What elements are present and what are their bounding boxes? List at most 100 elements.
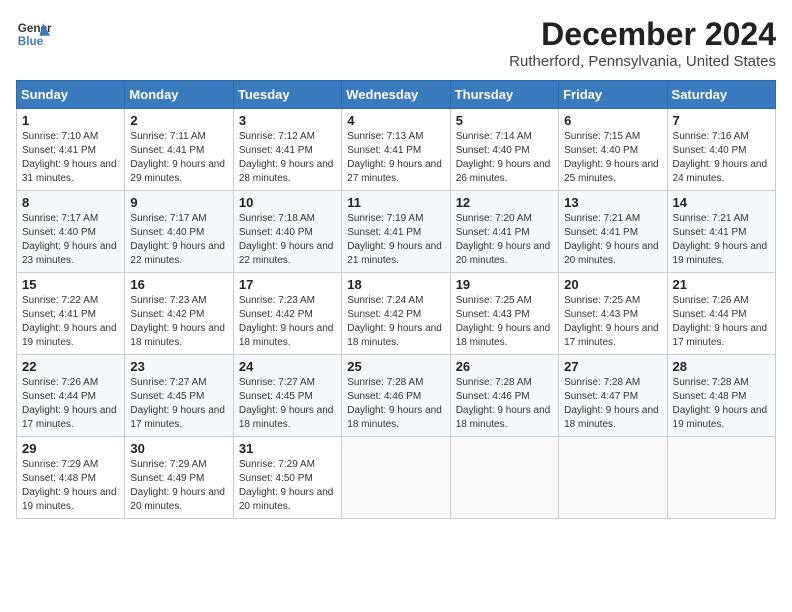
day-number: 1: [22, 113, 119, 128]
day-number: 17: [239, 277, 336, 292]
day-info: Sunrise: 7:11 AM Sunset: 4:41 PM Dayligh…: [130, 131, 225, 184]
day-number: 22: [22, 359, 119, 374]
day-info: Sunrise: 7:22 AM Sunset: 4:41 PM Dayligh…: [22, 295, 117, 348]
page-header: General Blue December 2024 Rutherford, P…: [16, 16, 776, 70]
day-number: 16: [130, 277, 227, 292]
day-info: Sunrise: 7:28 AM Sunset: 4:48 PM Dayligh…: [673, 377, 768, 430]
day-info: Sunrise: 7:23 AM Sunset: 4:42 PM Dayligh…: [130, 295, 225, 348]
day-info: Sunrise: 7:29 AM Sunset: 4:50 PM Dayligh…: [239, 459, 334, 512]
day-info: Sunrise: 7:14 AM Sunset: 4:40 PM Dayligh…: [456, 131, 551, 184]
day-info: Sunrise: 7:26 AM Sunset: 4:44 PM Dayligh…: [673, 295, 768, 348]
day-number: 27: [564, 359, 661, 374]
day-number: 29: [22, 441, 119, 456]
day-number: 7: [673, 113, 770, 128]
title-area: December 2024 Rutherford, Pennsylvania, …: [509, 16, 776, 70]
day-number: 5: [456, 113, 553, 128]
day-info: Sunrise: 7:25 AM Sunset: 4:43 PM Dayligh…: [564, 295, 659, 348]
calendar-cell: 7 Sunrise: 7:16 AM Sunset: 4:40 PM Daylig…: [667, 109, 775, 191]
day-number: 26: [456, 359, 553, 374]
calendar-cell: 8Sunrise: 7:17 AM Sunset: 4:40 PM Daylig…: [17, 191, 125, 273]
day-info: Sunrise: 7:28 AM Sunset: 4:46 PM Dayligh…: [347, 377, 442, 430]
calendar-cell: 28 Sunrise: 7:28 AM Sunset: 4:48 PM Dayli…: [667, 355, 775, 437]
calendar-cell: 29Sunrise: 7:29 AM Sunset: 4:48 PM Dayli…: [17, 437, 125, 519]
calendar-cell: 27 Sunrise: 7:28 AM Sunset: 4:47 PM Dayli…: [559, 355, 667, 437]
calendar-cell: 16 Sunrise: 7:23 AM Sunset: 4:42 PM Dayli…: [125, 273, 233, 355]
day-info: Sunrise: 7:18 AM Sunset: 4:40 PM Dayligh…: [239, 213, 334, 266]
week-row-5: 29Sunrise: 7:29 AM Sunset: 4:48 PM Dayli…: [17, 437, 776, 519]
day-number: 31: [239, 441, 336, 456]
day-number: 15: [22, 277, 119, 292]
day-info: Sunrise: 7:24 AM Sunset: 4:42 PM Dayligh…: [347, 295, 442, 348]
day-info: Sunrise: 7:21 AM Sunset: 4:41 PM Dayligh…: [564, 213, 659, 266]
calendar-cell: [342, 437, 450, 519]
day-number: 9: [130, 195, 227, 210]
logo-icon: General Blue: [16, 16, 52, 52]
calendar-cell: 23 Sunrise: 7:27 AM Sunset: 4:45 PM Dayli…: [125, 355, 233, 437]
calendar-cell: 5 Sunrise: 7:14 AM Sunset: 4:40 PM Daylig…: [450, 109, 558, 191]
calendar-cell: [559, 437, 667, 519]
calendar-cell: 22Sunrise: 7:26 AM Sunset: 4:44 PM Dayli…: [17, 355, 125, 437]
day-info: Sunrise: 7:19 AM Sunset: 4:41 PM Dayligh…: [347, 213, 442, 266]
svg-text:Blue: Blue: [18, 35, 44, 48]
weekday-sunday: Sunday: [17, 81, 125, 109]
calendar-cell: 13 Sunrise: 7:21 AM Sunset: 4:41 PM Dayli…: [559, 191, 667, 273]
calendar-cell: 17Sunrise: 7:23 AM Sunset: 4:42 PM Dayli…: [233, 273, 341, 355]
weekday-header-row: SundayMondayTuesdayWednesdayThursdayFrid…: [17, 81, 776, 109]
day-number: 10: [239, 195, 336, 210]
week-row-2: 8Sunrise: 7:17 AM Sunset: 4:40 PM Daylig…: [17, 191, 776, 273]
calendar-cell: 6 Sunrise: 7:15 AM Sunset: 4:40 PM Daylig…: [559, 109, 667, 191]
day-number: 19: [456, 277, 553, 292]
day-info: Sunrise: 7:15 AM Sunset: 4:40 PM Dayligh…: [564, 131, 659, 184]
day-number: 13: [564, 195, 661, 210]
day-number: 24: [239, 359, 336, 374]
day-info: Sunrise: 7:13 AM Sunset: 4:41 PM Dayligh…: [347, 131, 442, 184]
week-row-3: 15 Sunrise: 7:22 AM Sunset: 4:41 PM Dayli…: [17, 273, 776, 355]
calendar-cell: 1 Sunrise: 7:10 AM Sunset: 4:41 PM Daylig…: [17, 109, 125, 191]
day-info: Sunrise: 7:21 AM Sunset: 4:41 PM Dayligh…: [673, 213, 768, 266]
day-info: Sunrise: 7:17 AM Sunset: 4:40 PM Dayligh…: [130, 213, 225, 266]
calendar-cell: 4 Sunrise: 7:13 AM Sunset: 4:41 PM Daylig…: [342, 109, 450, 191]
weekday-tuesday: Tuesday: [233, 81, 341, 109]
day-info: Sunrise: 7:29 AM Sunset: 4:49 PM Dayligh…: [130, 459, 225, 512]
day-number: 6: [564, 113, 661, 128]
calendar-cell: 2 Sunrise: 7:11 AM Sunset: 4:41 PM Daylig…: [125, 109, 233, 191]
calendar-cell: [450, 437, 558, 519]
calendar-cell: 24 Sunrise: 7:27 AM Sunset: 4:45 PM Dayli…: [233, 355, 341, 437]
day-number: 12: [456, 195, 553, 210]
week-row-1: 1 Sunrise: 7:10 AM Sunset: 4:41 PM Daylig…: [17, 109, 776, 191]
day-info: Sunrise: 7:27 AM Sunset: 4:45 PM Dayligh…: [130, 377, 225, 430]
day-number: 25: [347, 359, 444, 374]
day-info: Sunrise: 7:10 AM Sunset: 4:41 PM Dayligh…: [22, 131, 117, 184]
day-number: 14: [673, 195, 770, 210]
day-number: 18: [347, 277, 444, 292]
day-number: 4: [347, 113, 444, 128]
weekday-thursday: Thursday: [450, 81, 558, 109]
day-number: 20: [564, 277, 661, 292]
calendar-cell: 10 Sunrise: 7:18 AM Sunset: 4:40 PM Dayli…: [233, 191, 341, 273]
day-info: Sunrise: 7:16 AM Sunset: 4:40 PM Dayligh…: [673, 131, 768, 184]
day-info: Sunrise: 7:28 AM Sunset: 4:47 PM Dayligh…: [564, 377, 659, 430]
day-number: 3: [239, 113, 336, 128]
weekday-friday: Friday: [559, 81, 667, 109]
day-info: Sunrise: 7:27 AM Sunset: 4:45 PM Dayligh…: [239, 377, 334, 430]
calendar-cell: 30 Sunrise: 7:29 AM Sunset: 4:49 PM Dayli…: [125, 437, 233, 519]
location-title: Rutherford, Pennsylvania, United States: [509, 53, 776, 70]
month-title: December 2024: [509, 16, 776, 53]
calendar-cell: 25 Sunrise: 7:28 AM Sunset: 4:46 PM Dayli…: [342, 355, 450, 437]
day-number: 23: [130, 359, 227, 374]
day-info: Sunrise: 7:20 AM Sunset: 4:41 PM Dayligh…: [456, 213, 551, 266]
logo: General Blue: [16, 16, 52, 52]
day-info: Sunrise: 7:28 AM Sunset: 4:46 PM Dayligh…: [456, 377, 551, 430]
day-number: 11: [347, 195, 444, 210]
calendar-cell: 21 Sunrise: 7:26 AM Sunset: 4:44 PM Dayli…: [667, 273, 775, 355]
day-number: 28: [673, 359, 770, 374]
calendar-cell: 11 Sunrise: 7:19 AM Sunset: 4:41 PM Dayli…: [342, 191, 450, 273]
day-number: 30: [130, 441, 227, 456]
calendar-cell: 14 Sunrise: 7:21 AM Sunset: 4:41 PM Dayli…: [667, 191, 775, 273]
calendar-cell: 9 Sunrise: 7:17 AM Sunset: 4:40 PM Daylig…: [125, 191, 233, 273]
day-number: 21: [673, 277, 770, 292]
week-row-4: 22Sunrise: 7:26 AM Sunset: 4:44 PM Dayli…: [17, 355, 776, 437]
day-info: Sunrise: 7:25 AM Sunset: 4:43 PM Dayligh…: [456, 295, 551, 348]
calendar-cell: 20 Sunrise: 7:25 AM Sunset: 4:43 PM Dayli…: [559, 273, 667, 355]
day-number: 2: [130, 113, 227, 128]
